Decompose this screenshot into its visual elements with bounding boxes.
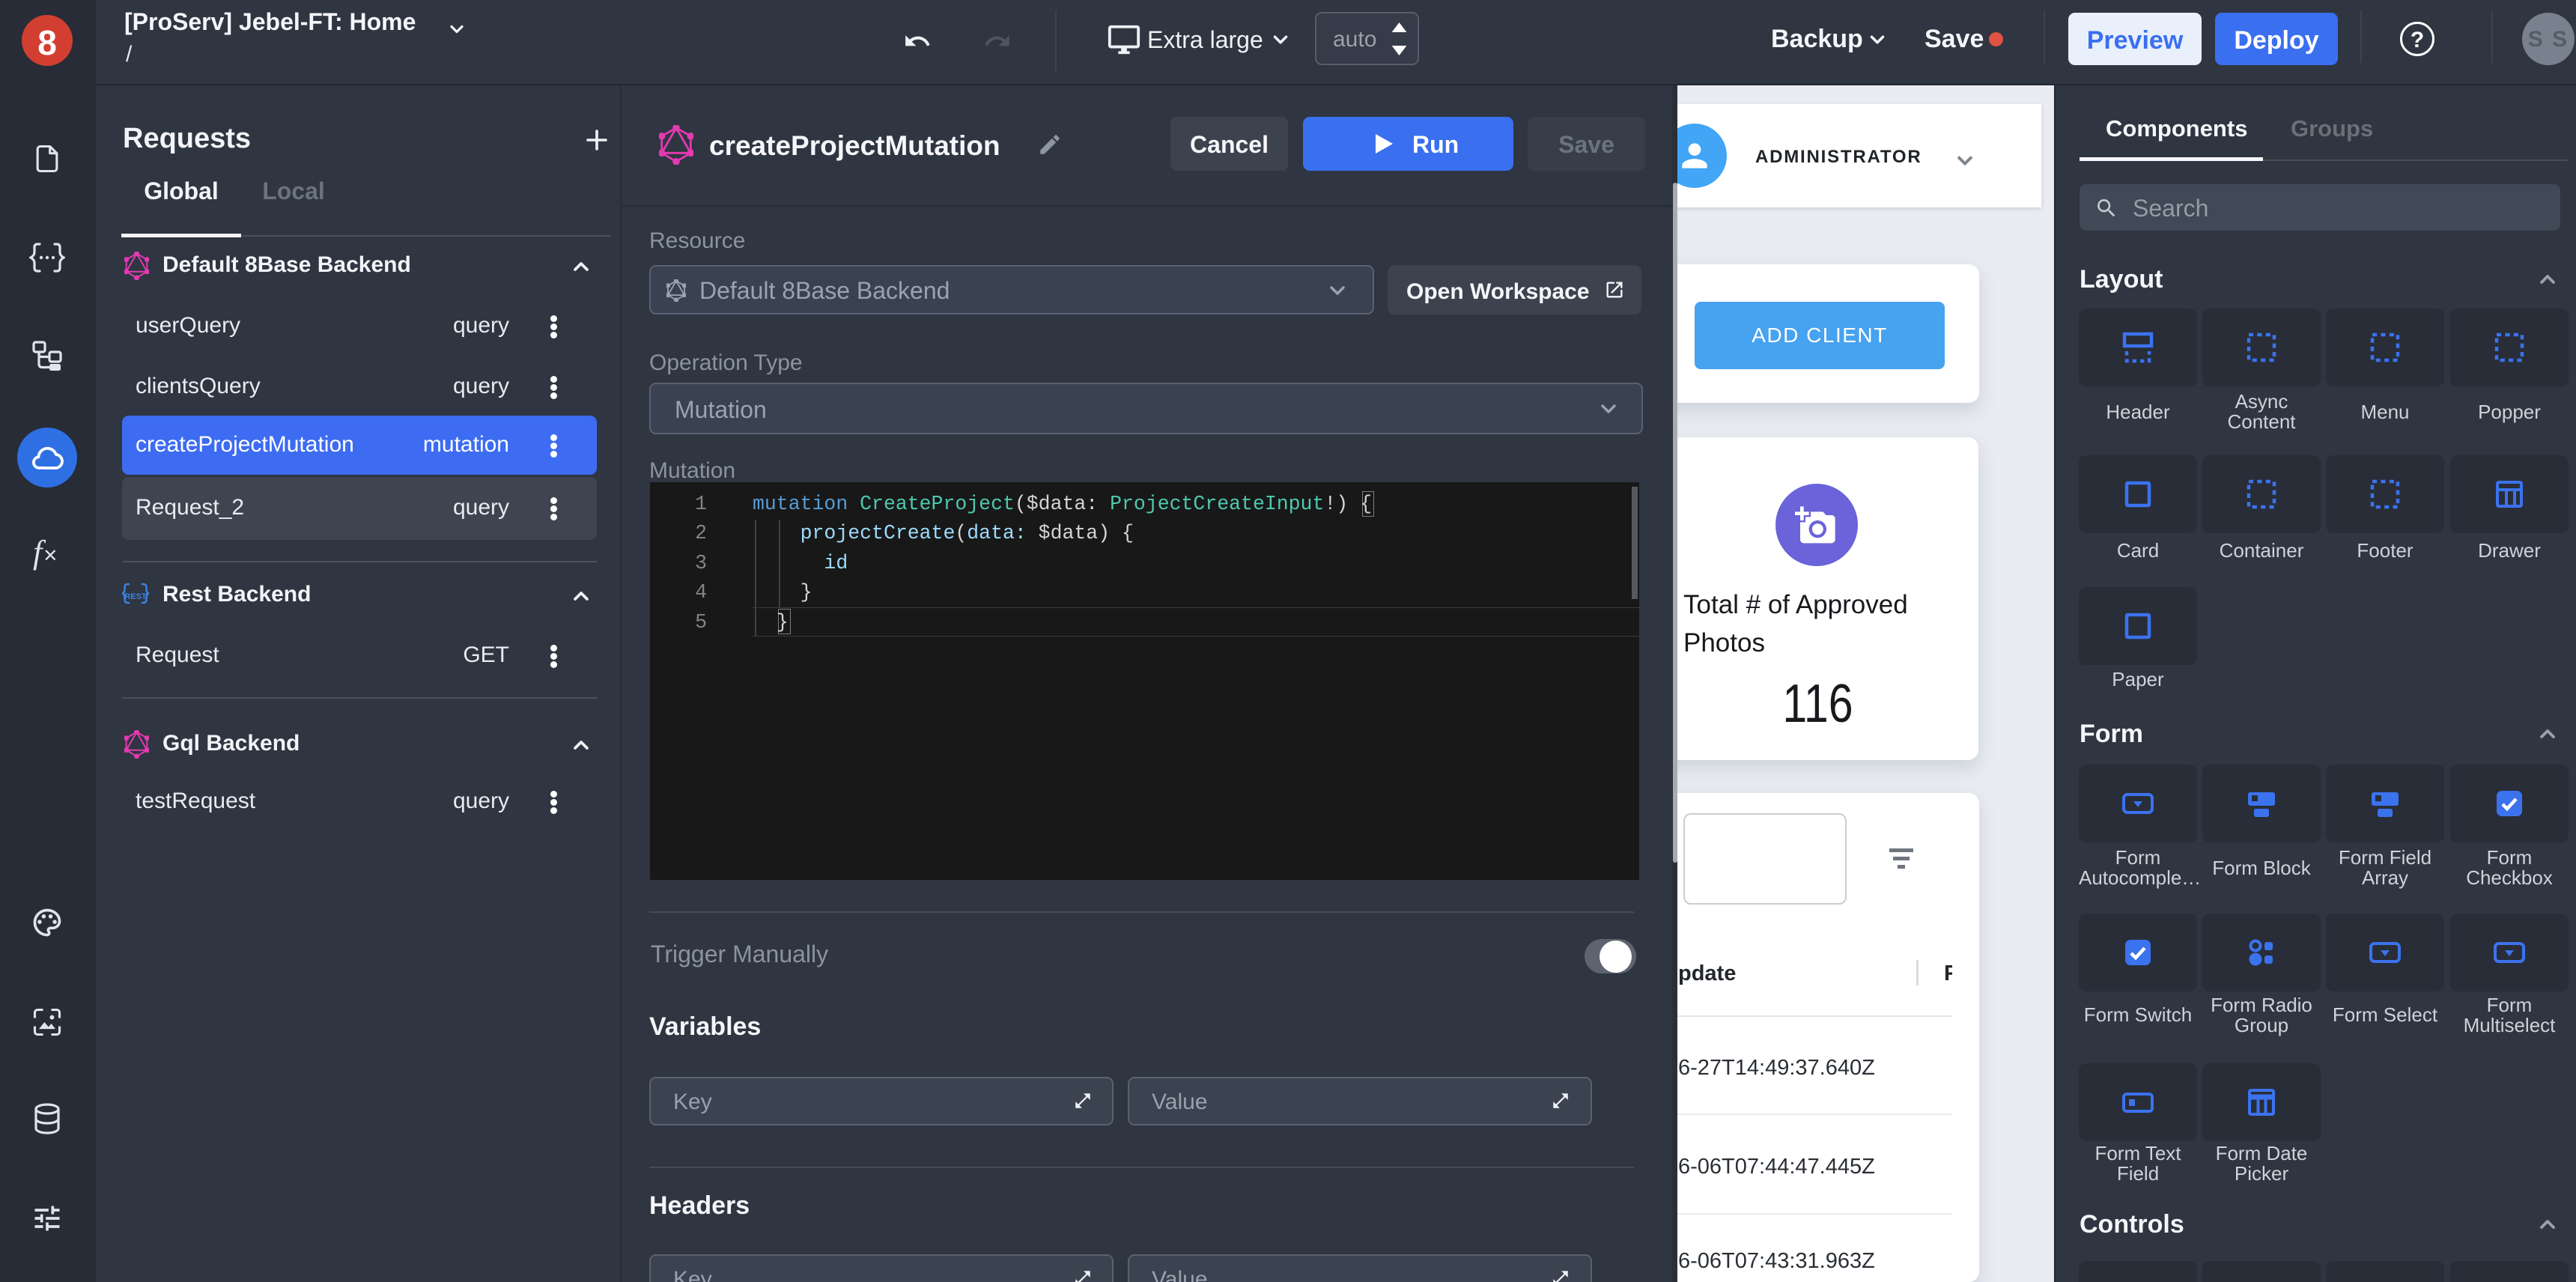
svg-text:REST: REST — [124, 592, 147, 601]
